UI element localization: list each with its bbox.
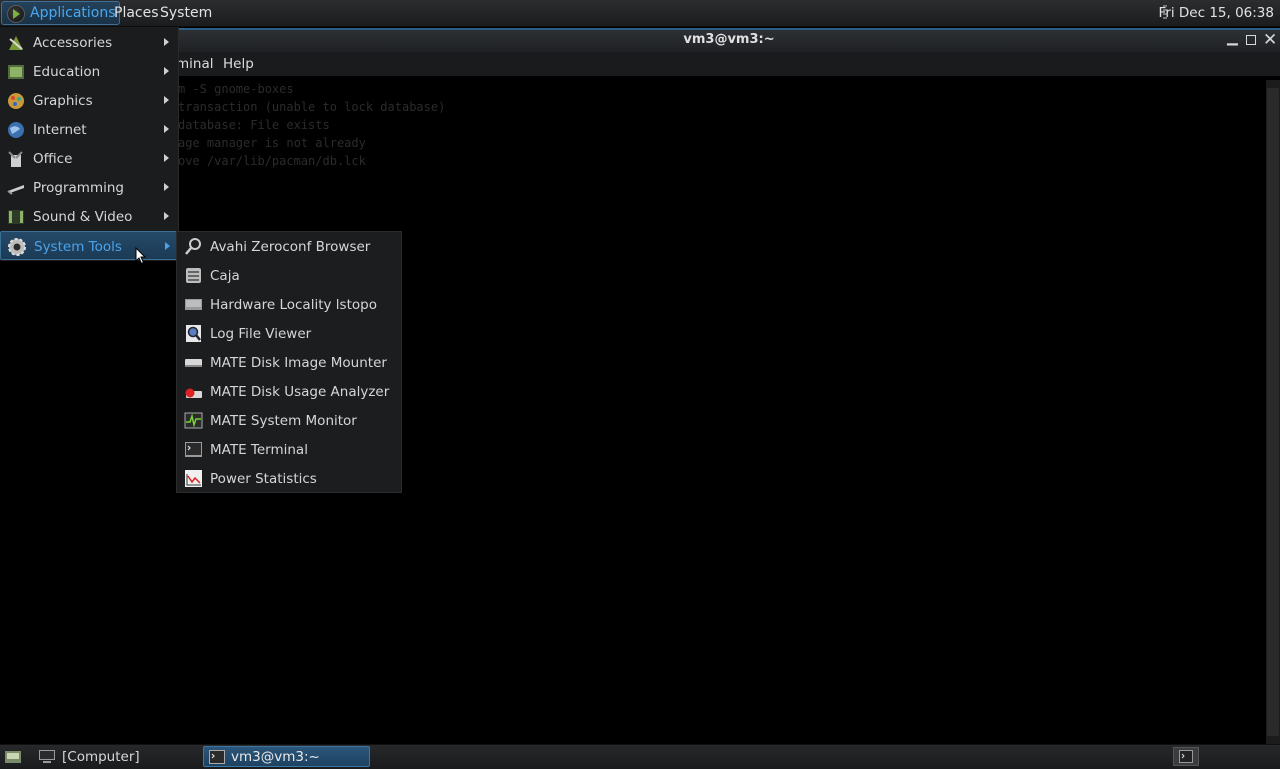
terminal-menubar: minal Help <box>176 52 1280 76</box>
caja-icon <box>186 268 201 283</box>
system-monitor-icon <box>184 412 203 429</box>
menu-item-label: MATE Disk Usage Analyzer <box>210 384 390 400</box>
accessories-icon <box>9 36 23 50</box>
menu-item-label: MATE Disk Image Mounter <box>210 355 387 371</box>
disk-mounter-icon <box>185 359 202 367</box>
taskbar-computer-label: [Computer] <box>62 749 140 765</box>
minimize-button[interactable]: ▁ <box>1227 30 1238 46</box>
menu-item-caja[interactable]: Caja <box>177 261 401 290</box>
category-system-tools[interactable]: System Tools <box>0 231 178 260</box>
terminal-line: age manager is not already <box>178 136 366 150</box>
system-tools-submenu: Avahi Zeroconf Browser Caja Hardware Loc… <box>176 231 402 493</box>
category-label: Sound & Video <box>33 209 133 225</box>
menu-item-label: Avahi Zeroconf Browser <box>210 239 371 255</box>
graphics-icon <box>8 93 24 109</box>
close-button[interactable]: ✕ <box>1263 30 1277 50</box>
mate-logo-icon <box>7 5 25 23</box>
disk-usage-icon <box>185 388 202 398</box>
terminal-line: m -S gnome-boxes <box>178 82 294 96</box>
power-stats-icon <box>185 470 202 487</box>
taskbar-terminal-label: vm3@vm3:~ <box>231 749 320 765</box>
menu-item-mate-terminal[interactable]: MATE Terminal <box>177 435 401 464</box>
chevron-right-icon <box>164 96 169 104</box>
system-menu[interactable]: System <box>156 2 216 24</box>
menu-item-label: Power Statistics <box>210 471 317 487</box>
category-label: Graphics <box>33 93 93 109</box>
category-label: Programming <box>33 180 124 196</box>
system-tools-icon <box>8 238 26 256</box>
menu-terminal[interactable]: minal <box>176 56 213 72</box>
taskbar-computer[interactable]: [Computer] <box>38 747 212 767</box>
education-icon <box>8 65 24 79</box>
menu-item-disk-usage-analyzer[interactable]: MATE Disk Usage Analyzer <box>177 377 401 406</box>
maximize-button[interactable] <box>1246 35 1256 45</box>
applications-dropdown: Accessories Education Graphics Internet … <box>0 27 179 261</box>
chevron-right-icon <box>164 183 169 191</box>
category-accessories[interactable]: Accessories <box>0 28 178 57</box>
terminal-output[interactable]: m -S gnome-boxes transaction (unable to l… <box>178 80 445 170</box>
menu-item-disk-image-mounter[interactable]: MATE Disk Image Mounter <box>177 348 401 377</box>
show-desktop-icon[interactable] <box>4 749 22 764</box>
places-menu[interactable]: Places <box>110 2 163 24</box>
top-panel: Applications Places System Fri Dec 15, 0… <box>0 0 1280 27</box>
chevron-right-icon <box>164 212 169 220</box>
terminal-line: database: File exists <box>178 118 330 132</box>
avahi-icon <box>185 238 201 255</box>
menu-item-power-statistics[interactable]: Power Statistics <box>177 464 401 493</box>
category-label: Accessories <box>33 35 113 51</box>
office-icon <box>8 151 23 167</box>
menu-help[interactable]: Help <box>223 56 254 72</box>
bottom-panel: [Computer] vm3@vm3:~ <box>0 744 1280 769</box>
workspace-icon <box>1179 750 1193 763</box>
category-internet[interactable]: Internet <box>0 115 178 144</box>
category-programming[interactable]: Programming <box>0 173 178 202</box>
computer-icon <box>39 750 55 763</box>
terminal-line: ove /var/lib/pacman/db.lck <box>178 154 366 168</box>
scrollbar-thumb[interactable] <box>1267 88 1279 736</box>
menu-item-hardware-locality[interactable]: Hardware Locality lstopo <box>177 290 401 319</box>
programming-icon <box>7 185 24 195</box>
hardware-icon <box>185 299 202 310</box>
chevron-right-icon <box>164 154 169 162</box>
category-label: Education <box>33 64 101 80</box>
applications-menu[interactable]: Applications <box>1 1 120 25</box>
sound-video-icon <box>8 210 24 224</box>
menu-item-label: MATE System Monitor <box>210 413 357 429</box>
chevron-right-icon <box>164 38 169 46</box>
category-sound-video[interactable]: Sound & Video <box>0 202 178 231</box>
log-viewer-icon <box>186 325 201 342</box>
mouse-pointer-icon <box>135 247 147 265</box>
terminal-line: transaction (unable to lock database) <box>178 100 446 114</box>
menu-item-label: MATE Terminal <box>210 442 308 458</box>
category-office[interactable]: Office <box>0 144 178 173</box>
clock[interactable]: Fri Dec 15, 06:38 <box>1159 2 1274 24</box>
category-graphics[interactable]: Graphics <box>0 86 178 115</box>
chevron-right-icon <box>165 242 170 250</box>
applications-label: Applications <box>30 5 116 21</box>
chevron-right-icon <box>164 125 169 133</box>
workspace-switcher[interactable] <box>1173 747 1199 766</box>
window-titlebar[interactable]: vm3@vm3:~ ▁ ✕ <box>178 28 1280 52</box>
menu-item-label: Log File Viewer <box>210 326 312 342</box>
category-label: Office <box>33 151 73 167</box>
menu-item-system-monitor[interactable]: MATE System Monitor <box>177 406 401 435</box>
terminal-icon <box>185 442 202 457</box>
category-label: Internet <box>33 122 87 138</box>
menu-item-label: Hardware Locality lstopo <box>210 297 377 313</box>
chevron-right-icon <box>164 67 169 75</box>
internet-icon <box>8 122 24 138</box>
menu-item-avahi[interactable]: Avahi Zeroconf Browser <box>177 232 401 261</box>
menu-item-log-file-viewer[interactable]: Log File Viewer <box>177 319 401 348</box>
category-education[interactable]: Education <box>0 57 178 86</box>
menu-item-label: Caja <box>210 268 240 284</box>
category-label: System Tools <box>34 239 122 255</box>
scrollbar[interactable] <box>1266 80 1280 744</box>
terminal-icon <box>209 750 225 764</box>
taskbar-terminal[interactable]: vm3@vm3:~ <box>203 746 370 767</box>
window-title: vm3@vm3:~ <box>683 32 775 47</box>
